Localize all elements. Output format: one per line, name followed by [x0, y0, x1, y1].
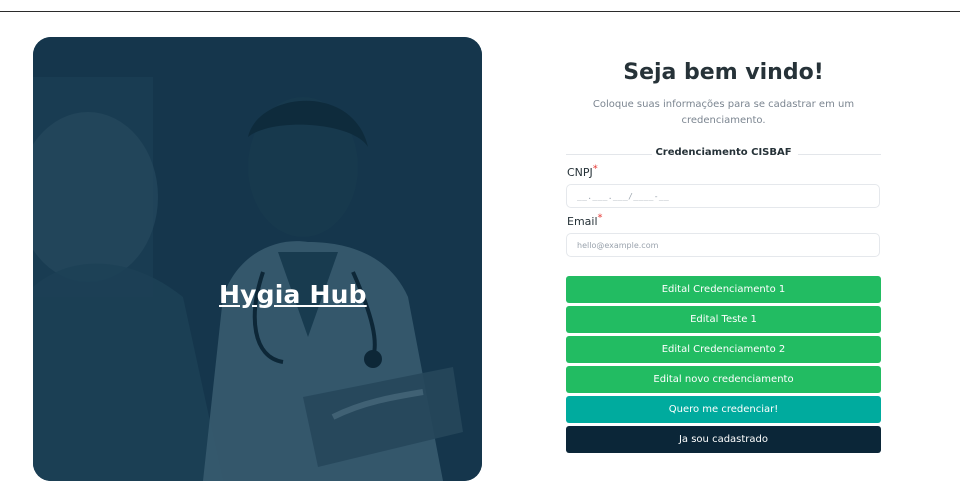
edital-button-1[interactable]: Edital Credenciamento 1	[566, 276, 881, 303]
edital-button-3[interactable]: Edital Credenciamento 2	[566, 336, 881, 363]
email-input[interactable]: hello@example.com	[566, 233, 880, 257]
cnpj-label-text: CNPJ	[567, 166, 593, 179]
email-placeholder: hello@example.com	[577, 240, 659, 250]
cnpj-input[interactable]: __.___.___/____-__	[566, 184, 880, 208]
ja-cadastrado-button[interactable]: Ja sou cadastrado	[566, 426, 881, 453]
required-marker: *	[597, 212, 603, 224]
credenciar-button[interactable]: Quero me credenciar!	[566, 396, 881, 423]
edital-button-2[interactable]: Edital Teste 1	[566, 306, 881, 333]
hero-doctor-image	[33, 37, 482, 481]
cnpj-label: CNPJ*	[567, 163, 598, 179]
edital-button-4[interactable]: Edital novo credenciamento	[566, 366, 881, 393]
email-label-text: Email	[567, 215, 598, 228]
section-divider-right	[798, 154, 881, 155]
email-label: Email*	[567, 212, 603, 228]
section-header: Credenciamento CISBAF	[566, 147, 881, 161]
brand-title[interactable]: Hygia Hub	[219, 280, 367, 309]
section-title: Credenciamento CISBAF	[655, 147, 792, 158]
cnpj-placeholder: __.___.___/____-__	[577, 191, 670, 201]
required-marker: *	[592, 163, 598, 175]
hero-panel: Hygia Hub	[33, 37, 482, 481]
top-divider	[0, 11, 960, 12]
page-subtitle: Coloque suas informações para se cadastr…	[592, 99, 855, 126]
page-title: Seja bem vindo!	[623, 60, 824, 85]
